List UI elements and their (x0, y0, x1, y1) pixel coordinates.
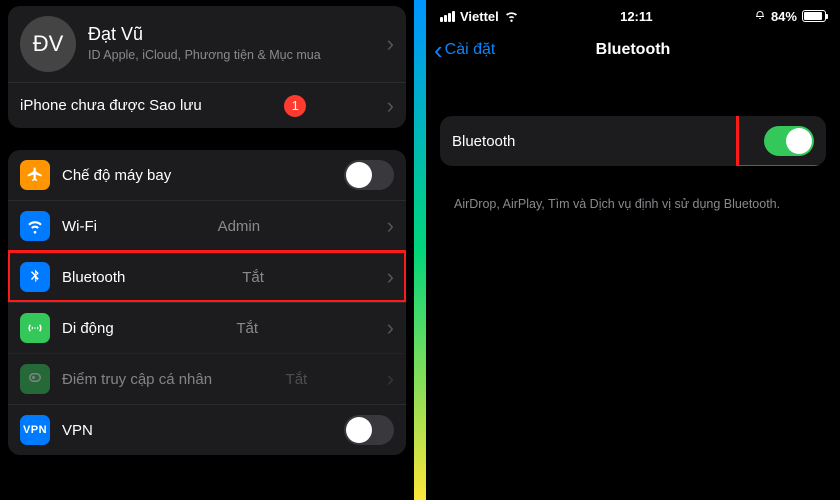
profile-name: Đạt Vũ (88, 24, 321, 45)
status-time: 12:11 (620, 9, 653, 24)
nav-header: ‹ Cài đặt Bluetooth (426, 30, 840, 70)
row-label: Di động (62, 320, 114, 337)
row-bluetooth[interactable]: Bluetooth Tắt › (8, 251, 406, 302)
row-airplane-mode[interactable]: Chế độ máy bay (8, 150, 406, 200)
airplane-icon (20, 160, 50, 190)
bluetooth-description: AirDrop, AirPlay, Tìm và Dịch vụ định vị… (440, 188, 826, 222)
airplane-toggle[interactable] (344, 160, 394, 190)
row-label: Wi-Fi (62, 218, 97, 235)
battery-percent: 84% (771, 9, 797, 24)
chevron-right-icon: › (381, 368, 394, 390)
back-label: Cài đặt (445, 41, 496, 59)
row-value: Admin (218, 218, 261, 235)
notification-badge: 1 (284, 95, 306, 117)
row-hotspot[interactable]: Điểm truy cập cá nhân Tắt › (8, 353, 406, 404)
row-value: Tắt (236, 320, 258, 337)
back-button[interactable]: ‹ Cài đặt (426, 37, 495, 63)
profile-card: ĐV Đạt Vũ ID Apple, iCloud, Phương tiện … (8, 6, 406, 128)
bluetooth-toggle[interactable] (764, 126, 814, 156)
vpn-toggle[interactable] (344, 415, 394, 445)
chevron-right-icon: › (381, 33, 394, 55)
battery-icon (802, 10, 826, 22)
bluetooth-detail-panel: Viettel 12:11 84% ‹ Cài đặt Bluetooth Bl… (426, 0, 840, 500)
chevron-right-icon: › (381, 266, 394, 288)
row-wifi[interactable]: Wi-Fi Admin › (8, 200, 406, 251)
alarm-icon (754, 10, 766, 22)
chevron-left-icon: ‹ (434, 37, 443, 63)
bluetooth-icon (20, 262, 50, 292)
row-label: Bluetooth (62, 269, 125, 286)
chevron-right-icon: › (381, 317, 394, 339)
bluetooth-card: Bluetooth (440, 116, 826, 166)
settings-main-panel: ĐV Đạt Vũ ID Apple, iCloud, Phương tiện … (0, 0, 414, 500)
chevron-right-icon: › (381, 95, 394, 117)
backup-row[interactable]: iPhone chưa được Sao lưu 1 › (8, 82, 406, 128)
row-value: Tắt (286, 371, 308, 388)
page-title: Bluetooth (596, 41, 671, 59)
avatar: ĐV (20, 16, 76, 72)
cellular-icon (20, 313, 50, 343)
row-label: Chế độ máy bay (62, 167, 171, 184)
hotspot-icon (20, 364, 50, 394)
profile-row[interactable]: ĐV Đạt Vũ ID Apple, iCloud, Phương tiện … (8, 6, 406, 82)
row-label: Điểm truy cập cá nhân (62, 371, 212, 388)
row-label: VPN (62, 422, 93, 439)
status-bar: Viettel 12:11 84% (426, 0, 840, 26)
row-vpn[interactable]: VPN VPN (8, 404, 406, 455)
row-label: Bluetooth (452, 133, 515, 150)
row-cellular[interactable]: Di động Tắt › (8, 302, 406, 353)
carrier-name: Viettel (460, 9, 499, 24)
chevron-right-icon: › (381, 215, 394, 237)
wifi-icon (20, 211, 50, 241)
vpn-icon: VPN (20, 415, 50, 445)
signal-icon (440, 11, 455, 22)
wifi-icon (504, 11, 519, 22)
row-value: Tắt (242, 269, 264, 286)
divider-decoration (414, 0, 426, 500)
bluetooth-toggle-row[interactable]: Bluetooth (440, 116, 826, 166)
profile-subtitle: ID Apple, iCloud, Phương tiện & Mục mua (88, 47, 321, 64)
backup-label: iPhone chưa được Sao lưu (20, 97, 202, 114)
settings-list: Chế độ máy bay Wi-Fi Admin › Bluetooth T… (8, 150, 406, 455)
